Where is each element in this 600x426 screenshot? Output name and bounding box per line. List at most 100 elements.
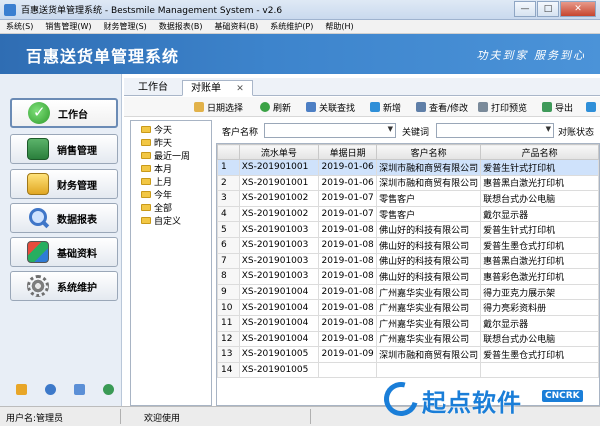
button-label: 导出 (555, 103, 574, 114)
customer-cell: 广州嘉华实业有限公司 (376, 314, 482, 332)
menu-reports[interactable]: 数据报表(B) (153, 21, 209, 32)
product-cell: 爱普生针式打印机 (480, 159, 599, 176)
date-cell: 2019-01-08 (318, 299, 378, 316)
menu-sales[interactable]: 销售管理(W) (39, 21, 97, 32)
app-icon (4, 3, 16, 16)
status-label: 对账状态 (558, 128, 595, 138)
table-row[interactable]: 13 XS-201901005 2019-01-09 深圳市融和商贸有限公司 爱… (217, 346, 599, 363)
table-row[interactable]: 14 XS-201901005 (217, 361, 599, 379)
customer-cell: 深圳市融和商贸有限公司 (376, 159, 482, 176)
print-preview-button[interactable]: 打印预览 (478, 100, 527, 114)
header-banner: 百惠送货单管理系统 功夫到家 服务到心 (0, 34, 600, 74)
edit-icon[interactable] (16, 384, 27, 395)
tree-item-label: 自定义 (154, 216, 182, 227)
nav-label: 数据报表 (57, 214, 97, 226)
tree-item-last-week[interactable]: 最近一周 (141, 149, 190, 162)
menu-help[interactable]: 帮助(H) (319, 21, 359, 32)
close-button[interactable]: ✕ (560, 1, 596, 17)
related-search-button[interactable]: 关联查找 (306, 100, 355, 114)
data-table: 流水单号 单据日期 客户名称 产品名称 1 XS-201901001 2019-… (217, 144, 599, 379)
table-row[interactable]: 1 XS-201901001 2019-01-06 深圳市融和商贸有限公司 爱普… (217, 159, 599, 176)
tree-item-today[interactable]: 今天 (141, 123, 173, 136)
menu-system[interactable]: 系统(S) (0, 21, 39, 32)
left-tool-icons (16, 384, 132, 395)
nav-sales-button[interactable]: 销售管理 (10, 134, 118, 164)
button-label: 打印预览 (491, 103, 528, 114)
magnifier-icon (27, 207, 49, 229)
row-index: 7 (217, 252, 240, 270)
nav-reports-button[interactable]: 数据报表 (10, 203, 118, 233)
nav-workbench-button[interactable]: 工作台 (10, 98, 118, 128)
table-row[interactable]: 8 XS-201901003 2019-01-08 佛山好的科技有限公司 惠普彩… (217, 268, 599, 285)
view-edit-button[interactable]: 查看/修改 (416, 100, 468, 114)
link-icon (306, 102, 316, 112)
customer-cell: 佛山好的科技有限公司 (376, 252, 482, 270)
product-cell: 得力亚克力展示架 (480, 283, 599, 301)
data-icon (27, 241, 49, 263)
window-controls: — □ ✕ (513, 1, 596, 17)
table-row[interactable]: 9 XS-201901004 2019-01-08 广州嘉华实业有限公司 得力亚… (217, 283, 599, 301)
tree-item-all[interactable]: 全部 (141, 201, 172, 214)
clock-icon[interactable] (45, 384, 56, 395)
tree-item-yesterday[interactable]: 昨天 (141, 136, 172, 149)
table-row[interactable]: 4 XS-201901002 2019-01-07 零售客户 戴尔显示器 (217, 205, 599, 223)
column-header-date[interactable]: 单据日期 (318, 144, 378, 160)
column-header-serial[interactable]: 流水单号 (238, 144, 320, 160)
nav-finance-button[interactable]: 财务管理 (10, 169, 118, 199)
nav-maintenance-button[interactable]: 系统维护 (10, 271, 118, 301)
export-button[interactable]: 导出 (542, 100, 573, 114)
table-row[interactable]: 2 XS-201901001 2019-01-06 深圳市融和商贸有限公司 惠普… (217, 174, 599, 192)
table-row[interactable]: 6 XS-201901003 2019-01-08 佛山好的科技有限公司 爱普生… (217, 236, 599, 254)
tree-item-custom[interactable]: 自定义 (141, 214, 182, 227)
folder-icon (141, 216, 151, 224)
left-nav-panel: 工作台 销售管理 财务管理 数据报表 基础资料 系统维护 (0, 74, 122, 406)
menu-basic-data[interactable]: 基础资料(B) (209, 21, 265, 32)
tree-item-label: 今天 (154, 125, 173, 136)
customer-name-select[interactable]: ▼ (264, 123, 396, 138)
monitor-icon[interactable] (74, 384, 85, 395)
close-icon[interactable]: ✕ (236, 84, 244, 94)
table-row[interactable]: 3 XS-201901002 2019-01-07 零售客户 联想台式办公电脑 (217, 190, 599, 207)
tab-workbench[interactable]: 工作台 (130, 80, 176, 96)
tree-item-label: 上月 (154, 177, 173, 188)
more-icon (586, 102, 596, 112)
export-icon (542, 102, 552, 112)
maximize-button[interactable]: □ (537, 1, 559, 17)
add-icon (370, 102, 380, 112)
tab-statement[interactable]: 对账单 ✕ (182, 80, 253, 96)
column-header-product[interactable]: 产品名称 (480, 144, 599, 160)
menu-finance[interactable]: 财务管理(S) (97, 21, 152, 32)
tree-item-last-month[interactable]: 上月 (141, 175, 173, 188)
watermark-badge: CNCRK (542, 390, 583, 402)
tree-item-this-month[interactable]: 本月 (141, 162, 173, 175)
column-header-customer[interactable]: 客户名称 (376, 144, 482, 160)
tree-item-label: 本月 (154, 164, 173, 175)
minimize-button[interactable]: — (514, 1, 536, 17)
row-index: 12 (217, 330, 240, 348)
nav-basic-data-button[interactable]: 基础资料 (10, 237, 118, 267)
table-row[interactable]: 10 XS-201901004 2019-01-08 广州嘉华实业有限公司 得力… (217, 299, 599, 316)
sales-icon (27, 138, 49, 160)
more-tool-button[interactable] (586, 100, 599, 114)
table-row[interactable]: 12 XS-201901004 2019-01-08 广州嘉华实业有限公司 联想… (217, 330, 599, 348)
refresh-button[interactable]: 刷新 (260, 100, 291, 114)
filter-bar: 客户名称 ▼ 关键词 ▼ 对账状态 (216, 121, 600, 141)
table-row[interactable]: 7 XS-201901003 2019-01-08 佛山好的科技有限公司 惠普黑… (217, 252, 599, 270)
check-icon (28, 102, 50, 124)
tree-item-this-year[interactable]: 今年 (141, 188, 172, 201)
statement-table: 流水单号 单据日期 客户名称 产品名称 1 XS-201901001 2019-… (216, 143, 600, 406)
menu-maintenance[interactable]: 系统维护(P) (264, 21, 319, 32)
date-filter-tree: 今天 昨天 最近一周 本月 上月 今年 全部 自定义 (130, 120, 212, 406)
date-select-button[interactable]: 日期选择 (194, 100, 243, 114)
row-index: 5 (217, 221, 240, 238)
column-header-index[interactable] (217, 144, 240, 160)
table-row[interactable]: 11 XS-201901004 2019-01-08 广州嘉华实业有限公司 戴尔… (217, 314, 599, 332)
row-index: 14 (217, 361, 240, 379)
product-cell: 惠普黑白激光打印机 (480, 252, 599, 270)
date-cell: 2019-01-08 (318, 330, 378, 348)
table-row[interactable]: 5 XS-201901003 2019-01-08 佛山好的科技有限公司 爱普生… (217, 221, 599, 238)
tab-bar: 工作台 对账单 ✕ (124, 78, 600, 96)
keyword-select[interactable]: ▼ (436, 123, 554, 138)
globe-icon[interactable] (103, 384, 114, 395)
new-button[interactable]: 新增 (370, 100, 401, 114)
